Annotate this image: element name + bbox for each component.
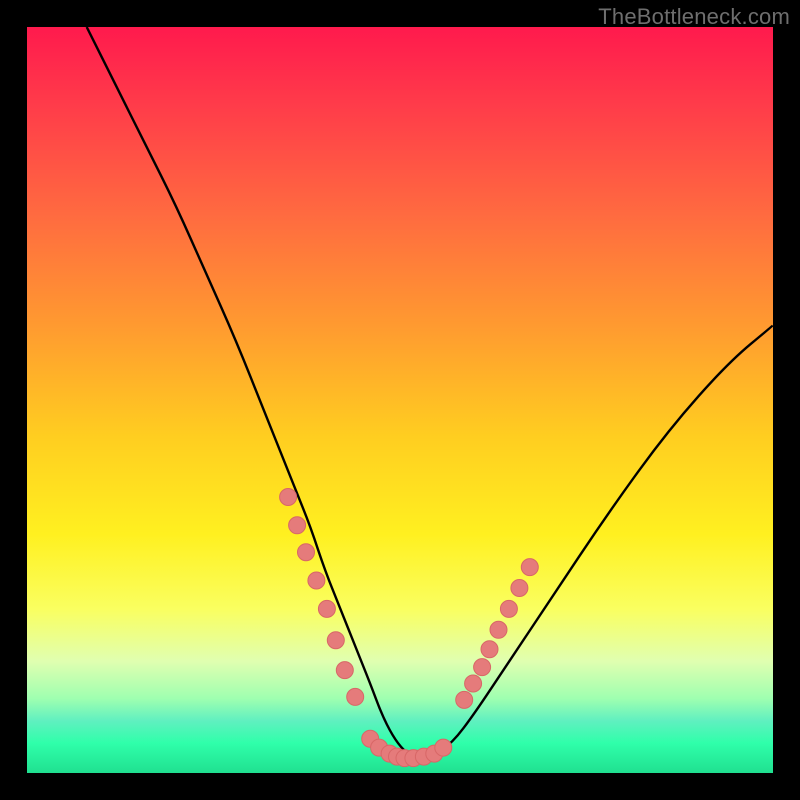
- highlight-marker: [336, 662, 353, 679]
- highlight-marker: [490, 621, 507, 638]
- highlight-marker: [298, 544, 315, 561]
- bottleneck-chart-svg: [27, 27, 773, 773]
- highlight-marker: [308, 572, 325, 589]
- highlight-marker: [465, 675, 482, 692]
- highlight-marker: [500, 600, 517, 617]
- highlight-marker: [318, 600, 335, 617]
- chart-gradient-area: [27, 27, 773, 773]
- highlight-marker: [435, 739, 452, 756]
- highlight-marker: [474, 659, 491, 676]
- highlight-markers-group: [280, 489, 539, 767]
- highlight-marker: [511, 580, 528, 597]
- highlight-marker: [280, 489, 297, 506]
- highlight-marker: [521, 559, 538, 576]
- highlight-marker: [289, 517, 306, 534]
- highlight-marker: [456, 691, 473, 708]
- bottleneck-curve-path: [87, 27, 773, 758]
- highlight-marker: [347, 688, 364, 705]
- highlight-marker: [327, 632, 344, 649]
- highlight-marker: [481, 641, 498, 658]
